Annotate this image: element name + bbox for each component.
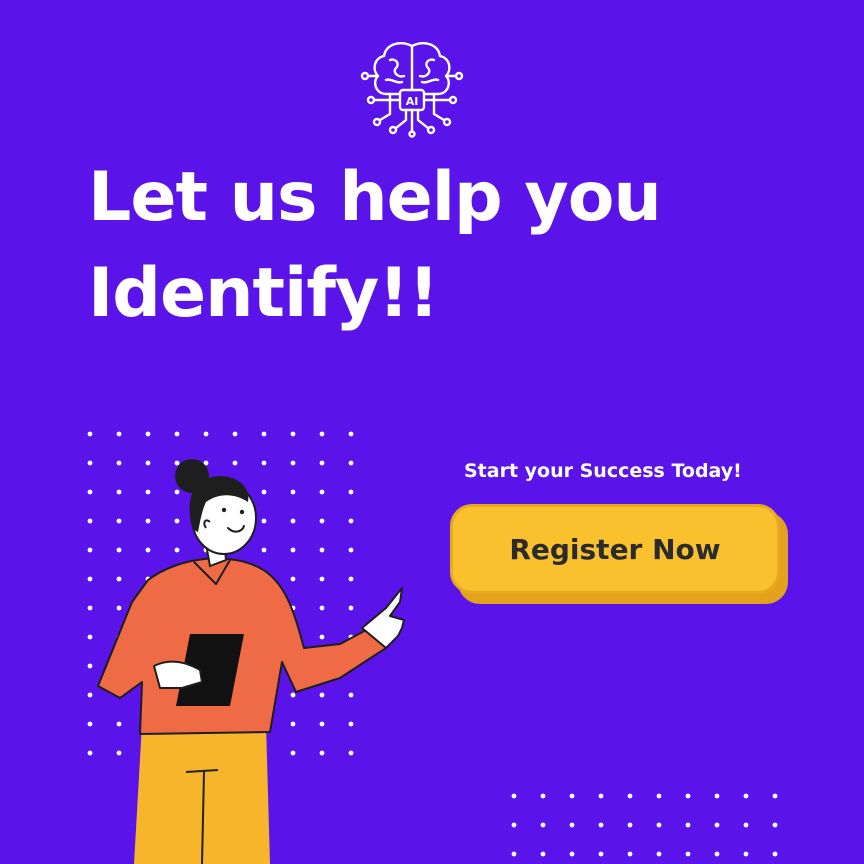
decorative-dot bbox=[685, 851, 691, 857]
person-pointing-illustration bbox=[97, 459, 405, 864]
decorative-dot bbox=[511, 793, 517, 799]
decorative-dot bbox=[116, 431, 122, 437]
decorative-dot bbox=[145, 431, 151, 437]
dot-pattern-bottom bbox=[511, 793, 778, 857]
decorative-dot bbox=[174, 431, 180, 437]
decorative-dot bbox=[743, 822, 749, 828]
decorative-dot bbox=[203, 431, 209, 437]
decorative-dot bbox=[772, 851, 778, 857]
decorative-dot bbox=[714, 822, 720, 828]
decorative-dot bbox=[772, 822, 778, 828]
decorative-dot bbox=[656, 851, 662, 857]
decorative-dot bbox=[232, 431, 238, 437]
decorative-dot bbox=[598, 822, 604, 828]
decorative-dot bbox=[627, 822, 633, 828]
headline-line-1: Let us help you bbox=[88, 158, 662, 237]
decorative-dot bbox=[540, 822, 546, 828]
headline-line-2: Identify!! bbox=[88, 254, 439, 333]
decorative-dot bbox=[87, 431, 93, 437]
decorative-dot bbox=[348, 431, 354, 437]
decorative-dot bbox=[598, 851, 604, 857]
decorative-dot bbox=[569, 822, 575, 828]
decorative-dot bbox=[319, 431, 325, 437]
register-now-button[interactable]: Register Now bbox=[450, 504, 780, 594]
decorative-dot bbox=[656, 822, 662, 828]
decorative-dot bbox=[714, 851, 720, 857]
decorative-dot bbox=[743, 793, 749, 799]
decorative-dot bbox=[290, 431, 296, 437]
decorative-dot bbox=[511, 851, 517, 857]
ai-brain-circuit-icon: AI bbox=[360, 42, 464, 138]
decorative-dot bbox=[261, 431, 267, 437]
decorative-dot bbox=[772, 793, 778, 799]
tagline: Start your Success Today! bbox=[464, 460, 742, 482]
headline: Let us help you Identify!! bbox=[88, 150, 662, 342]
decorative-dot bbox=[743, 851, 749, 857]
decorative-dot bbox=[685, 793, 691, 799]
decorative-dot bbox=[569, 793, 575, 799]
decorative-dot bbox=[627, 793, 633, 799]
decorative-dot bbox=[540, 851, 546, 857]
decorative-dot bbox=[540, 793, 546, 799]
decorative-dot bbox=[569, 851, 575, 857]
decorative-dot bbox=[627, 851, 633, 857]
logo-text: AI bbox=[406, 95, 419, 108]
decorative-dot bbox=[714, 793, 720, 799]
decorative-dot bbox=[685, 822, 691, 828]
decorative-dot bbox=[598, 793, 604, 799]
decorative-dot bbox=[511, 822, 517, 828]
decorative-dot bbox=[656, 793, 662, 799]
